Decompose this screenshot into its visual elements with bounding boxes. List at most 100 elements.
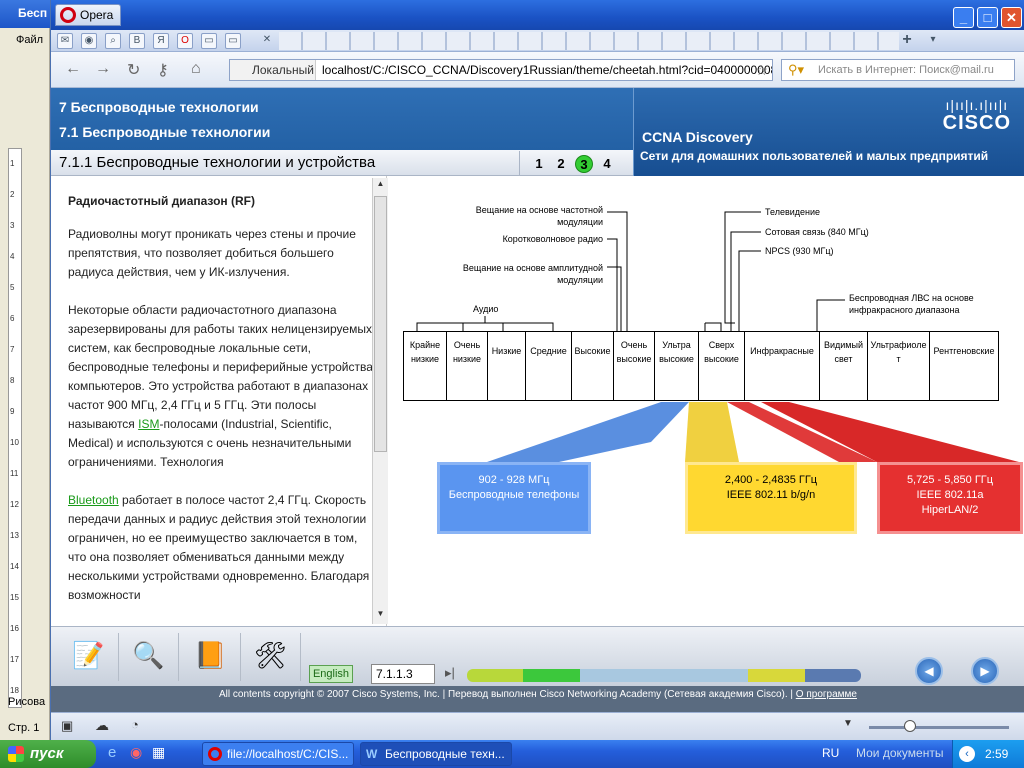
taskbar-opera-task[interactable]: file://localhost/C:/CIS... (202, 742, 354, 766)
progress-segment[interactable] (748, 669, 805, 682)
forward-icon[interactable]: → (95, 60, 111, 78)
text-scrollbar[interactable]: ▲ ▼ (372, 178, 388, 624)
zoom-slider-knob[interactable] (904, 720, 916, 732)
progress-segment[interactable] (635, 669, 693, 682)
quicklaunch-icon[interactable]: ▦ (152, 744, 165, 761)
tab-close-icon[interactable]: ✕ (259, 33, 275, 49)
ruler-number: 4 (10, 252, 15, 261)
new-tab-icon[interactable]: + (899, 32, 915, 49)
tools-icon[interactable]: 🛠 (241, 633, 301, 681)
notes-icon[interactable]: 📝 (59, 633, 119, 681)
opera-menu-button[interactable]: Opera (55, 4, 121, 26)
my-documents-toolbar[interactable]: Мои документы (856, 746, 943, 760)
paragraph-3: Bluetooth работает в полосе частот 2,4 Г… (68, 491, 374, 605)
paragraph-2-text: Некоторые области радиочастотного диапаз… (68, 303, 373, 431)
copyright-text: All contents copyright © 2007 Cisco Syst… (219, 689, 793, 700)
ie-icon[interactable]: e (108, 744, 116, 761)
maximize-button[interactable]: □ (977, 7, 998, 28)
tray-expand-icon[interactable]: ‹ (959, 746, 975, 762)
previous-page-icon[interactable]: ◀ (915, 657, 943, 685)
back-icon[interactable]: ← (65, 60, 81, 78)
page-number-field[interactable]: 7.1.1.3 (371, 664, 435, 684)
word-title-text: Бесп (18, 6, 48, 20)
ruler-number: 8 (10, 376, 15, 385)
bluetooth-link[interactable]: Bluetooth (68, 493, 119, 507)
ism-link[interactable]: ISM (138, 417, 159, 431)
search-icon[interactable]: ⌕ (105, 33, 121, 49)
page-1-button[interactable]: 1 (530, 155, 548, 173)
language-indicator[interactable]: RU (822, 746, 839, 760)
band-xray: Рентгеновские (933, 346, 995, 356)
close-button[interactable]: ✕ (1001, 7, 1022, 28)
cloud-icon[interactable]: ☁ (95, 717, 109, 734)
yandex-icon[interactable]: Я (153, 33, 169, 49)
copyright-bar: All contents copyright © 2007 Cisco Syst… (51, 686, 1024, 712)
tab-strip[interactable] (279, 32, 899, 50)
speed-dial-icon[interactable]: ◔ (131, 717, 139, 732)
cisco-logo: ı|ıı|ı.ı|ıı|ı CISCO (943, 98, 1011, 135)
box-24ghz-desc: IEEE 802.11 b/g/n (726, 489, 816, 501)
vk-icon[interactable]: B (129, 33, 145, 49)
page-3-button[interactable]: 3 (575, 155, 593, 173)
progress-segment[interactable] (692, 669, 749, 682)
tab-menu-chevron-icon[interactable]: ▾ (925, 33, 941, 49)
progress-segment[interactable] (804, 669, 861, 682)
label-shortwave: Коротковолновое радио (502, 234, 603, 244)
language-button[interactable]: English (309, 665, 353, 683)
ruler-number: 2 (10, 190, 15, 199)
course-progress-bar[interactable] (467, 669, 861, 682)
opera-icon[interactable]: O (177, 33, 193, 49)
zoom-slider-track[interactable] (869, 726, 1009, 729)
opera-menu-label: Opera (80, 8, 114, 22)
scrollbar-thumb[interactable] (374, 196, 387, 452)
ruler-number: 1 (10, 159, 15, 168)
go-icon[interactable]: ▸| (445, 665, 455, 681)
label-tv: Телевидение (765, 207, 821, 217)
header-brand-area: ı|ıı|ı.ı|ıı|ı CISCO CCNA Discovery Сети … (633, 88, 1024, 176)
glossary-book-icon[interactable]: 📙 (181, 633, 241, 681)
progress-segment[interactable] (467, 669, 524, 682)
band-infrared: Инфракрасные (745, 332, 820, 400)
home-icon[interactable]: ⌂ (191, 60, 201, 78)
scroll-down-icon[interactable]: ▼ (374, 609, 387, 623)
page-icon[interactable]: ▭ (201, 33, 217, 49)
page-4-button[interactable]: 4 (598, 155, 616, 173)
word-task-label: Беспроводные техн... (385, 747, 505, 761)
word-window-title: Бесп (0, 0, 50, 28)
next-page-icon[interactable]: ▶ (971, 657, 999, 685)
box-5ghz: 5,725 - 5,850 ГГц IEEE 802.11a HiperLAN/… (877, 462, 1023, 534)
bird-icon[interactable]: ◉ (81, 33, 97, 49)
page-icon[interactable]: ▭ (225, 33, 241, 49)
ruler-number: 7 (10, 345, 15, 354)
frequency-band-table: Крайне низкие Очень низкие Низкие Средни… (403, 331, 999, 401)
start-button[interactable]: пуск (0, 740, 96, 768)
zoom-menu-chevron-icon[interactable]: ▼ (843, 718, 853, 729)
progress-segment[interactable] (579, 669, 636, 682)
minimize-button[interactable]: _ (953, 7, 974, 28)
word-draw-menu[interactable]: Рисова (8, 696, 45, 708)
box-5ghz-freq: 5,725 - 5,850 ГГц (906, 474, 994, 486)
search-input[interactable]: ⚲▾ Искать в Интернет: Поиск@mail.ru (781, 59, 1015, 81)
bookmark-star-icon[interactable]: ☆ (755, 60, 768, 80)
mail-icon[interactable]: ✉ (57, 33, 73, 49)
search-engine-icon[interactable]: ⚲▾ (788, 60, 804, 80)
ruler-number: 12 (10, 500, 19, 509)
diagram-lines (416, 211, 1019, 462)
band-low: Низкие (488, 332, 526, 400)
key-icon[interactable]: ⚷ (157, 60, 169, 80)
address-field[interactable]: Локальный localhost/C:/CISCO_CCNA/Discov… (229, 59, 773, 81)
scroll-up-icon[interactable]: ▲ (374, 179, 387, 193)
panel-toggle-icon[interactable]: ▣ (61, 718, 73, 734)
about-link[interactable]: О программе (796, 689, 857, 700)
label-npcs: NPCS (930 МГц) (765, 246, 834, 256)
reload-icon[interactable]: ↻ (127, 60, 140, 80)
page-2-button[interactable]: 2 (552, 155, 570, 173)
progress-segment[interactable] (523, 669, 580, 682)
word-task-icon: W (366, 747, 378, 761)
chrome-icon[interactable]: ◉ (130, 744, 142, 761)
word-menu-file[interactable]: Файл (16, 34, 43, 46)
ruler-number: 16 (10, 624, 19, 633)
clock[interactable]: 2:59 (985, 740, 1008, 768)
taskbar-word-task[interactable]: W Беспроводные техн... (360, 742, 512, 766)
magnifier-icon[interactable]: 🔍 (119, 633, 179, 681)
